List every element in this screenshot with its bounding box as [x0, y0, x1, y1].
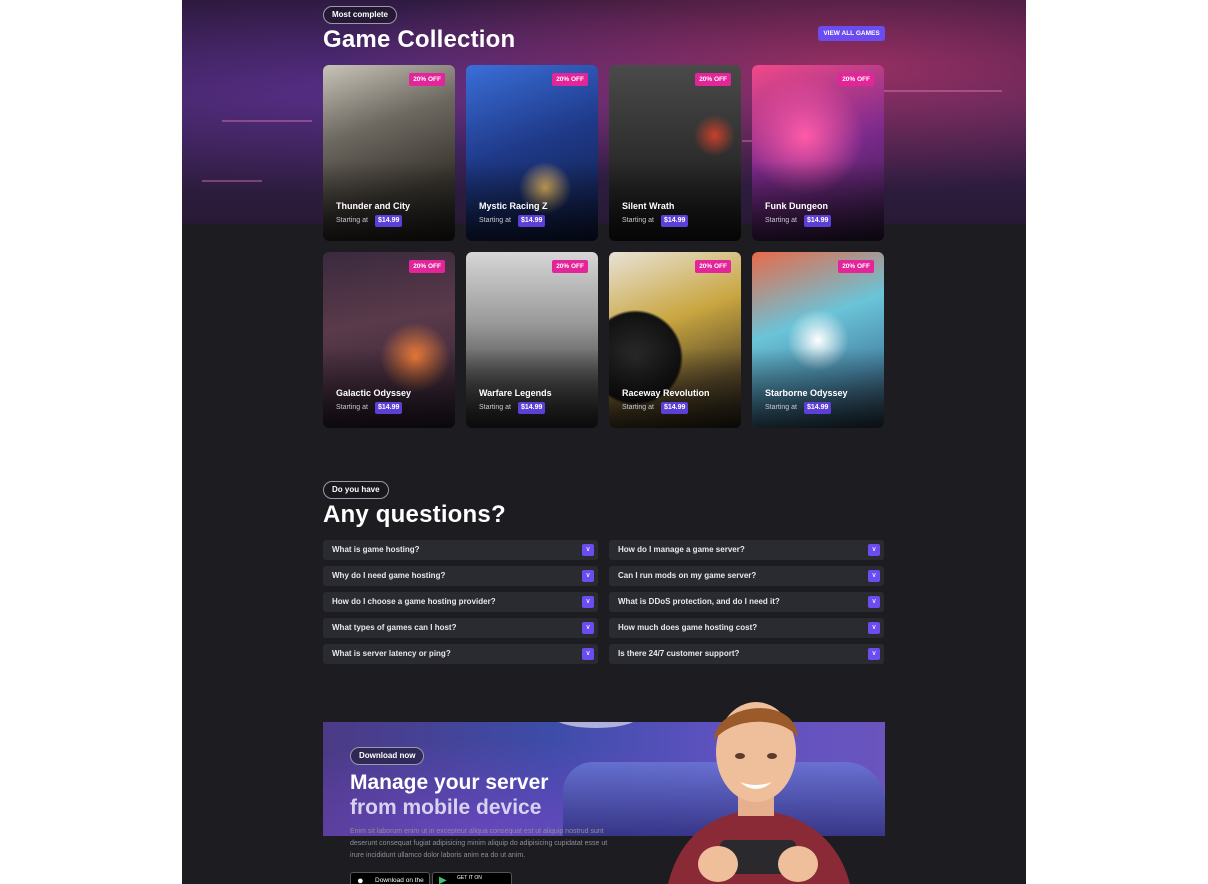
play-icon: ▶	[439, 875, 447, 884]
discount-badge: 20% OFF	[409, 260, 445, 273]
starting-label: Starting at	[479, 404, 511, 411]
faq-question: Is there 24/7 customer support?	[618, 649, 740, 658]
faq-question: How much does game hosting cost?	[618, 623, 758, 632]
faq-item[interactable]: What is DDoS protection, and do I need i…	[609, 592, 884, 612]
starting-label: Starting at	[765, 404, 797, 411]
starting-label: Starting at	[622, 404, 654, 411]
discount-badge: 20% OFF	[838, 73, 874, 86]
faq-item[interactable]: How much does game hosting cost? ∨	[609, 618, 884, 638]
chevron-down-icon[interactable]: ∨	[582, 544, 594, 556]
starting-label: Starting at	[765, 217, 797, 224]
game-name: Starborne Odyssey	[765, 388, 848, 398]
game-price: $14.99	[375, 215, 403, 227]
faq-question: What is game hosting?	[332, 545, 420, 554]
game-name: Silent Wrath	[622, 201, 675, 211]
faq-item[interactable]: What types of games can I host? ∨	[323, 618, 598, 638]
game-name: Warfare Legends	[479, 388, 552, 398]
faq-item[interactable]: Why do I need game hosting? ∨	[323, 566, 598, 586]
game-name: Mystic Racing Z	[479, 201, 548, 211]
faq-question: What types of games can I host?	[332, 623, 457, 632]
discount-badge: 20% OFF	[552, 260, 588, 273]
game-price: $14.99	[804, 402, 832, 414]
play-store-label: GET IT ON	[457, 875, 482, 881]
google-play-button[interactable]: ▶ GET IT ON	[432, 872, 512, 884]
starting-label: Starting at	[336, 217, 368, 224]
faq-title: Any questions?	[323, 501, 506, 528]
discount-badge: 20% OFF	[695, 260, 731, 273]
game-card[interactable]: 20% OFF Mystic Racing Z Starting at $14.…	[466, 65, 598, 241]
game-name: Thunder and City	[336, 201, 410, 211]
app-store-label: Download on the	[375, 877, 424, 884]
chevron-down-icon[interactable]: ∨	[582, 570, 594, 582]
game-card[interactable]: 20% OFF Raceway Revolution Starting at $…	[609, 252, 741, 428]
download-eyebrow: Download now	[350, 747, 425, 765]
chevron-down-icon[interactable]: ∨	[868, 544, 880, 556]
faq-item[interactable]: How do I manage a game server? ∨	[609, 540, 884, 560]
chevron-down-icon[interactable]: ∨	[582, 648, 594, 660]
chevron-down-icon[interactable]: ∨	[868, 648, 880, 660]
faq-question: Why do I need game hosting?	[332, 571, 446, 580]
chevron-down-icon[interactable]: ∨	[868, 596, 880, 608]
game-name: Galactic Odyssey	[336, 388, 412, 398]
game-name: Raceway Revolution	[622, 388, 710, 398]
view-all-games-button[interactable]: VIEW ALL GAMES	[818, 26, 885, 41]
faq-eyebrow: Do you have	[323, 481, 389, 499]
game-price: $14.99	[804, 215, 832, 227]
chevron-down-icon[interactable]: ∨	[868, 570, 880, 582]
faq-item[interactable]: What is server latency or ping? ∨	[323, 644, 598, 664]
game-card[interactable]: 20% OFF Funk Dungeon Starting at $14.99	[752, 65, 884, 241]
chevron-down-icon[interactable]: ∨	[582, 622, 594, 634]
download-title: Manage your server from mobile device	[350, 770, 548, 820]
game-card[interactable]: 20% OFF Starborne Odyssey Starting at $1…	[752, 252, 884, 428]
discount-badge: 20% OFF	[695, 73, 731, 86]
game-card[interactable]: 20% OFF Thunder and City Starting at $14…	[323, 65, 455, 241]
game-card[interactable]: 20% OFF Galactic Odyssey Starting at $14…	[323, 252, 455, 428]
faq-item[interactable]: Can I run mods on my game server? ∨	[609, 566, 884, 586]
hero-background	[182, 0, 1026, 224]
game-price: $14.99	[375, 402, 403, 414]
app-store-button[interactable]: ● Download on the	[350, 872, 430, 884]
download-description: Enim sit laborum enim ut in excepteur al…	[350, 828, 608, 859]
discount-badge: 20% OFF	[409, 73, 445, 86]
chevron-down-icon[interactable]: ∨	[582, 596, 594, 608]
chevron-down-icon[interactable]: ∨	[868, 622, 880, 634]
download-title-line2: from mobile device	[350, 796, 542, 819]
game-price: $14.99	[661, 402, 689, 414]
page: Most complete Game Collection VIEW ALL G…	[182, 0, 1026, 884]
apple-icon: ●	[357, 875, 364, 884]
faq-question: What is server latency or ping?	[332, 649, 451, 658]
game-card[interactable]: 20% OFF Silent Wrath Starting at $14.99	[609, 65, 741, 241]
faq-item[interactable]: How do I choose a game hosting provider?…	[323, 592, 598, 612]
faq-question: How do I manage a game server?	[618, 545, 745, 554]
starting-label: Starting at	[479, 217, 511, 224]
faq-question: Can I run mods on my game server?	[618, 571, 757, 580]
game-price: $14.99	[661, 215, 689, 227]
game-price: $14.99	[518, 215, 546, 227]
game-price: $14.99	[518, 402, 546, 414]
collection-eyebrow: Most complete	[323, 6, 398, 24]
faq-question: What is DDoS protection, and do I need i…	[618, 597, 780, 606]
faq-item[interactable]: Is there 24/7 customer support? ∨	[609, 644, 884, 664]
starting-label: Starting at	[336, 404, 368, 411]
game-card[interactable]: 20% OFF Warfare Legends Starting at $14.…	[466, 252, 598, 428]
download-title-line1: Manage your server	[350, 771, 549, 794]
collection-title: Game Collection	[323, 26, 516, 53]
faq-item[interactable]: What is game hosting? ∨	[323, 540, 598, 560]
gamer-illustration	[668, 702, 850, 884]
faq-question: How do I choose a game hosting provider?	[332, 597, 496, 606]
game-name: Funk Dungeon	[765, 201, 828, 211]
starting-label: Starting at	[622, 217, 654, 224]
discount-badge: 20% OFF	[838, 260, 874, 273]
discount-badge: 20% OFF	[552, 73, 588, 86]
